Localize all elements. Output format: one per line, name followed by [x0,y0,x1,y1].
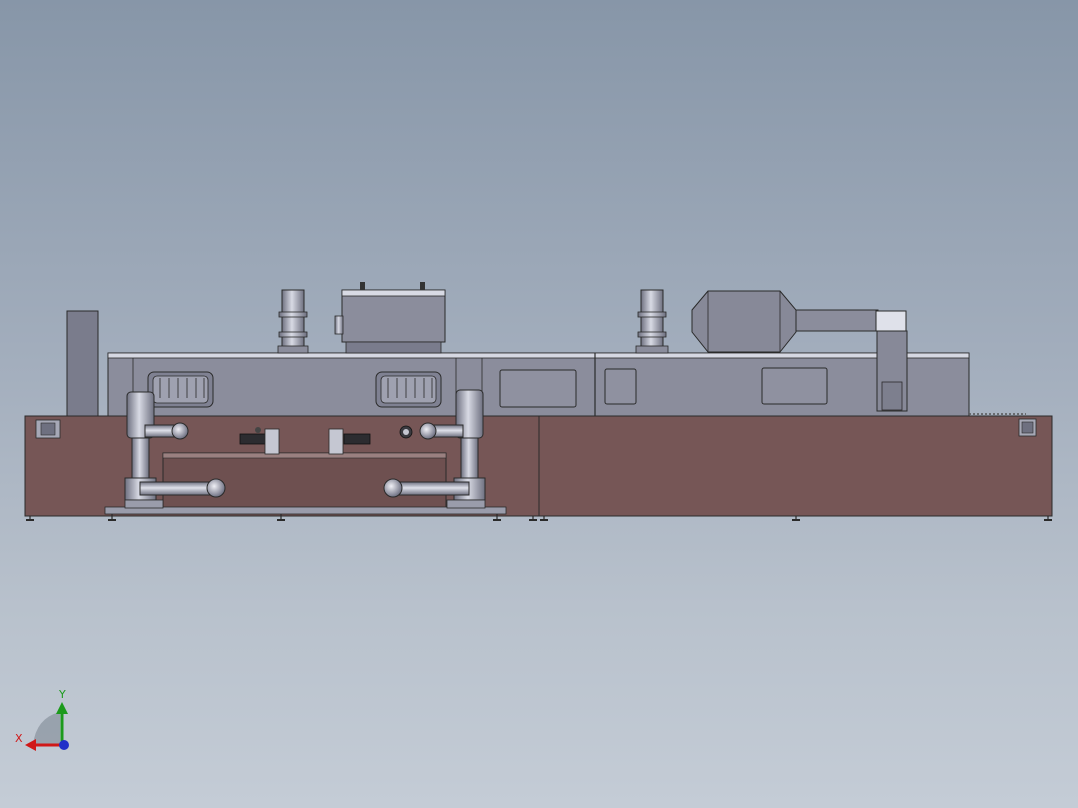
exhaust-stack-right[interactable] [635,289,669,354]
view-triad [25,702,69,751]
heater-grille-left[interactable] [147,371,214,408]
exhaust-stack-left[interactable] [277,289,309,354]
access-window-3[interactable] [761,367,828,405]
gauge[interactable] [399,425,413,439]
access-window-1[interactable] [499,369,577,408]
access-window-2[interactable] [604,368,637,405]
axis-y-label: Y [59,688,66,701]
oven-assembly-front-view[interactable] [0,0,1078,808]
axis-x-label: X [15,732,23,745]
heater-grille-right[interactable] [375,371,442,408]
blower-housing[interactable] [334,282,446,354]
graphics-viewport[interactable]: X Y [0,0,1078,808]
